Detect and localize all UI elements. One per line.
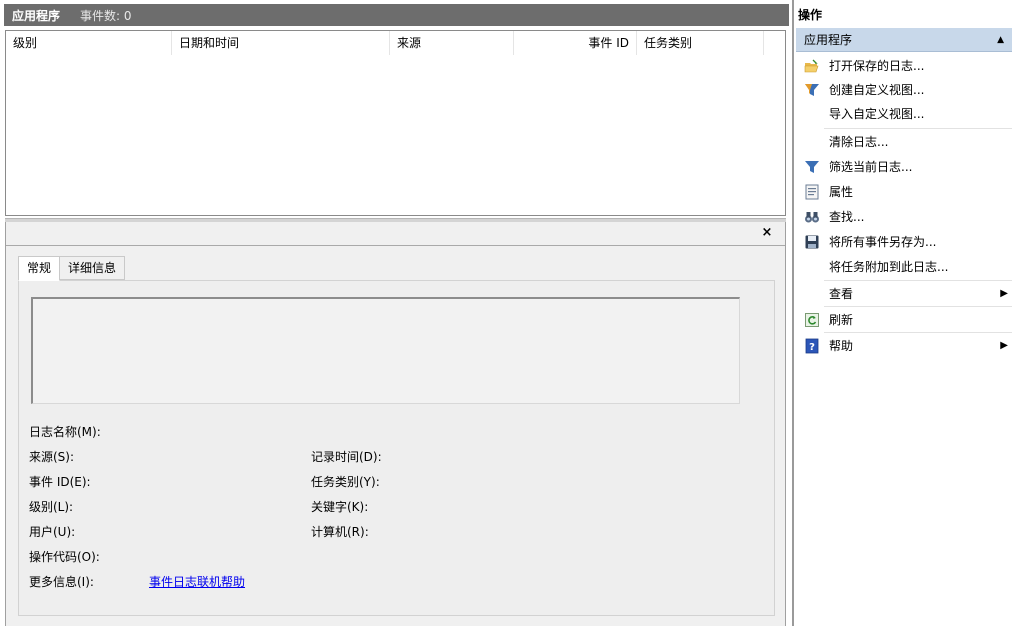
- action-help[interactable]: ? 帮助 ▶: [796, 334, 1012, 358]
- event-detail-pane: × 常规 详细信息 日志名称(M): 来源(S): 事件 ID(E): 级别(L…: [5, 222, 786, 626]
- properties-icon: [805, 184, 819, 200]
- action-label: 刷新: [829, 313, 854, 327]
- event-list-header: 级别 日期和时间 来源 事件 ID 任务类别: [6, 31, 785, 55]
- submenu-arrow-icon: ▶: [1000, 340, 1008, 351]
- action-label: 打开保存的日志...: [829, 59, 925, 73]
- detail-tabs: 常规 详细信息: [18, 256, 126, 281]
- refresh-icon: [805, 313, 819, 327]
- svg-text:?: ?: [809, 342, 815, 353]
- column-header-filler: [764, 31, 785, 55]
- separator: [824, 280, 1012, 281]
- action-label: 筛选当前日志...: [829, 160, 913, 174]
- event-list[interactable]: 级别 日期和时间 来源 事件 ID 任务类别: [5, 30, 786, 216]
- log-titlebar: 应用程序 事件数: 0: [4, 4, 789, 26]
- action-create-custom-view[interactable]: 创建自定义视图...: [796, 78, 1012, 102]
- binoculars-icon: [805, 212, 819, 223]
- folder-open-icon: [804, 59, 819, 73]
- field-log-name: 日志名称(M):: [29, 425, 101, 439]
- online-help-link[interactable]: 事件日志联机帮助: [149, 573, 245, 590]
- help-icon: ?: [805, 338, 819, 354]
- column-header-event-id[interactable]: 事件 ID: [514, 31, 637, 55]
- field-computer: 计算机(R):: [311, 525, 369, 539]
- action-import-custom-view[interactable]: 导入自定义视图...: [796, 102, 1012, 126]
- field-more-info: 更多信息(I):: [29, 575, 94, 589]
- column-header-task-category[interactable]: 任务类别: [637, 31, 764, 55]
- action-filter-current-log[interactable]: 筛选当前日志...: [796, 155, 1012, 179]
- separator: [824, 306, 1012, 307]
- action-label: 帮助: [829, 339, 854, 353]
- action-label: 查找...: [829, 210, 865, 224]
- log-title: 应用程序: [12, 8, 61, 23]
- action-open-saved-log[interactable]: 打开保存的日志...: [796, 54, 1012, 78]
- field-task-category: 任务类别(Y):: [311, 475, 380, 489]
- field-opcode: 操作代码(O):: [29, 550, 100, 564]
- field-user: 用户(U):: [29, 525, 76, 539]
- event-count: 事件数: 0: [80, 8, 132, 23]
- action-attach-task[interactable]: 将任务附加到此日志...: [796, 255, 1012, 279]
- separator: [824, 128, 1012, 129]
- action-view[interactable]: 查看 ▶: [796, 282, 1012, 306]
- action-save-all-events-as[interactable]: 将所有事件另存为...: [796, 230, 1012, 254]
- actions-group-application[interactable]: 应用程序 ▲: [796, 28, 1012, 52]
- action-properties[interactable]: 属性: [796, 180, 1012, 204]
- separator: [824, 332, 1012, 333]
- main-area: 应用程序 事件数: 0 级别 日期和时间 来源 事件 ID 任务类别 × 常规 …: [0, 0, 789, 626]
- action-clear-log[interactable]: 清除日志...: [796, 130, 1012, 154]
- field-level: 级别(L):: [29, 500, 74, 514]
- column-header-level[interactable]: 级别: [6, 31, 172, 55]
- tab-general[interactable]: 常规: [18, 256, 61, 281]
- actions-panel: 操作 应用程序 ▲ 打开保存的日志... 创建自定义视图... 导入自定义视图.…: [792, 0, 1024, 626]
- actions-header: 操作: [798, 8, 823, 22]
- actions-group-label: 应用程序: [804, 33, 853, 47]
- action-refresh[interactable]: 刷新: [796, 308, 1012, 332]
- close-icon: ×: [761, 225, 773, 240]
- tab-details[interactable]: 详细信息: [59, 256, 126, 280]
- field-logged: 记录时间(D):: [311, 450, 382, 464]
- action-label: 将任务附加到此日志...: [829, 260, 949, 274]
- collapse-up-icon: ▲: [997, 35, 1004, 45]
- close-detail-button[interactable]: ×: [759, 225, 775, 241]
- action-find[interactable]: 查找...: [796, 205, 1012, 229]
- action-label: 查看: [829, 287, 854, 301]
- action-label: 导入自定义视图...: [829, 107, 925, 121]
- field-source: 来源(S):: [29, 450, 75, 464]
- save-icon: [805, 235, 819, 249]
- submenu-arrow-icon: ▶: [1000, 288, 1008, 299]
- column-header-datetime[interactable]: 日期和时间: [172, 31, 390, 55]
- filter-icon: [805, 84, 819, 96]
- field-keywords: 关键字(K):: [311, 500, 369, 514]
- column-header-source[interactable]: 来源: [390, 31, 514, 55]
- action-label: 属性: [829, 185, 854, 199]
- action-label: 将所有事件另存为...: [829, 235, 937, 249]
- field-event-id: 事件 ID(E):: [29, 475, 91, 489]
- filter-icon: [805, 161, 819, 173]
- general-tab-body: 日志名称(M): 来源(S): 事件 ID(E): 级别(L): 用户(U): …: [18, 280, 775, 616]
- action-label: 清除日志...: [829, 135, 889, 149]
- action-label: 创建自定义视图...: [829, 83, 925, 97]
- detail-topbar: ×: [6, 222, 785, 246]
- event-description-box[interactable]: [31, 297, 740, 404]
